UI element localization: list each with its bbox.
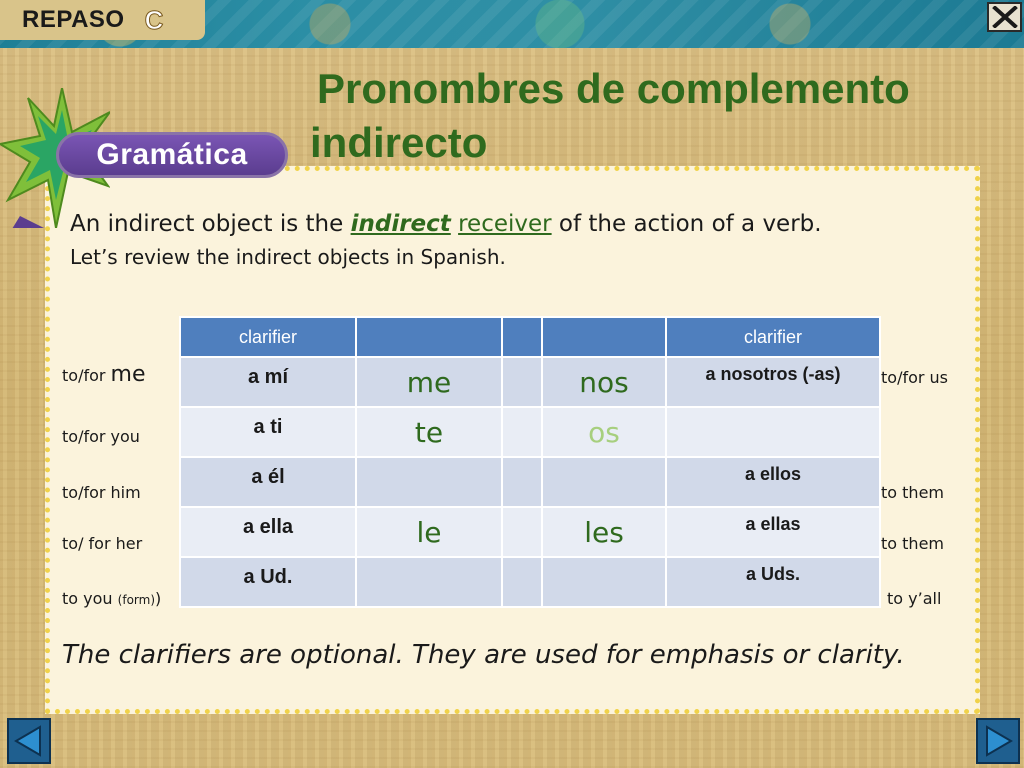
table-header-row: clarifier clarifier — [179, 316, 881, 358]
clarifier-cell: a nosotros (-as) — [665, 356, 881, 408]
pronoun-cell — [541, 456, 667, 508]
pronoun-cell: me — [355, 356, 503, 408]
table-row: a él a ellos — [179, 456, 881, 508]
left-label-you-formal: to you (form)) — [62, 589, 161, 608]
left-label-prefix: to — [62, 589, 84, 608]
clarifier-cell: a Ud. — [179, 556, 357, 608]
triangle-left-icon — [14, 725, 41, 757]
pronoun-cell: le — [355, 506, 503, 558]
right-label-them-m: to them — [881, 483, 944, 502]
left-label-prefix: to/ for her — [62, 534, 143, 553]
footer-note: The clarifiers are optional. They are us… — [62, 640, 905, 670]
left-label-me: to/for me — [62, 362, 146, 387]
header-clarifier-left: clarifier — [179, 316, 357, 358]
section-label: REPASO C — [0, 0, 205, 40]
pronoun-cell: te — [355, 406, 503, 458]
left-label-prefix: to/for — [62, 366, 111, 385]
intro-emphasis-receiver: receiver — [458, 211, 552, 237]
intro-part-1: An indirect object is the — [70, 211, 351, 237]
intro-text: An indirect object is the indirect recei… — [70, 208, 970, 274]
section-letter: C — [144, 4, 164, 35]
grammar-badge-label: Gramática — [96, 138, 248, 171]
left-label-suffix: ) — [155, 589, 162, 608]
pronoun-cell — [355, 556, 503, 608]
pronoun-cell — [541, 556, 667, 608]
close-x-icon — [991, 6, 1018, 28]
triangle-right-icon — [986, 725, 1013, 757]
header-plural — [541, 316, 667, 358]
title-line-2: indirecto — [310, 119, 488, 166]
clarifier-cell: a él — [179, 456, 357, 508]
gap-cell — [501, 356, 543, 408]
left-label-prefix: to/for him — [62, 483, 141, 502]
left-label-word: you — [110, 427, 140, 446]
right-label-yall: to y’all — [887, 589, 942, 608]
left-label-word: you — [83, 589, 113, 608]
left-label-prefix: to/for — [62, 427, 111, 446]
gap-cell — [501, 406, 543, 458]
title-line-1: Pronombres de complemento — [317, 65, 910, 112]
clarifier-cell: a Uds. — [665, 556, 881, 608]
close-button[interactable] — [987, 2, 1022, 32]
pronoun-table: clarifier clarifier a mí me nos a nosotr… — [179, 316, 881, 608]
left-label-him: to/for him — [62, 483, 141, 502]
table-row: a ti te os — [179, 406, 881, 458]
pronoun-cell: les — [541, 506, 667, 558]
header-singular — [355, 316, 503, 358]
table-row: a Ud. a Uds. — [179, 556, 881, 608]
header-clarifier-right: clarifier — [665, 316, 881, 358]
pronoun-cell: nos — [541, 356, 667, 408]
table-row: a mí me nos a nosotros (-as) — [179, 356, 881, 408]
intro-part-2: of the action of a verb. — [551, 211, 822, 237]
left-label-her: to/ for her — [62, 534, 142, 553]
pronoun-cell — [355, 456, 503, 508]
gap-cell — [501, 456, 543, 508]
clarifier-cell: a mí — [179, 356, 357, 408]
left-label-word: me — [110, 362, 146, 387]
left-label-you: to/for you — [62, 427, 140, 446]
clarifier-cell: a ti — [179, 406, 357, 458]
clarifier-cell: a ellas — [665, 506, 881, 558]
right-label-us: to/for us — [881, 368, 949, 387]
intro-line-2: Let’s review the indirect objects in Spa… — [70, 245, 506, 269]
left-label-small: (form) — [117, 593, 155, 607]
gap-cell — [501, 506, 543, 558]
right-label-them-f: to them — [881, 534, 944, 553]
table-row: a ella le les a ellas — [179, 506, 881, 558]
next-button[interactable] — [976, 718, 1020, 764]
grammar-badge: Gramática — [56, 132, 288, 178]
gap-cell — [501, 556, 543, 608]
pronoun-cell: os — [541, 406, 667, 458]
clarifier-cell — [665, 406, 881, 458]
previous-button[interactable] — [7, 718, 51, 764]
clarifier-cell: a ellos — [665, 456, 881, 508]
intro-line-1: An indirect object is the indirect recei… — [70, 208, 970, 240]
page-title: Pronombres de complemento indirecto — [310, 62, 1000, 170]
header-gap — [501, 316, 543, 358]
intro-emphasis-indirect: indirect — [350, 211, 451, 237]
clarifier-cell: a ella — [179, 506, 357, 558]
section-label-text: REPASO — [22, 6, 125, 33]
